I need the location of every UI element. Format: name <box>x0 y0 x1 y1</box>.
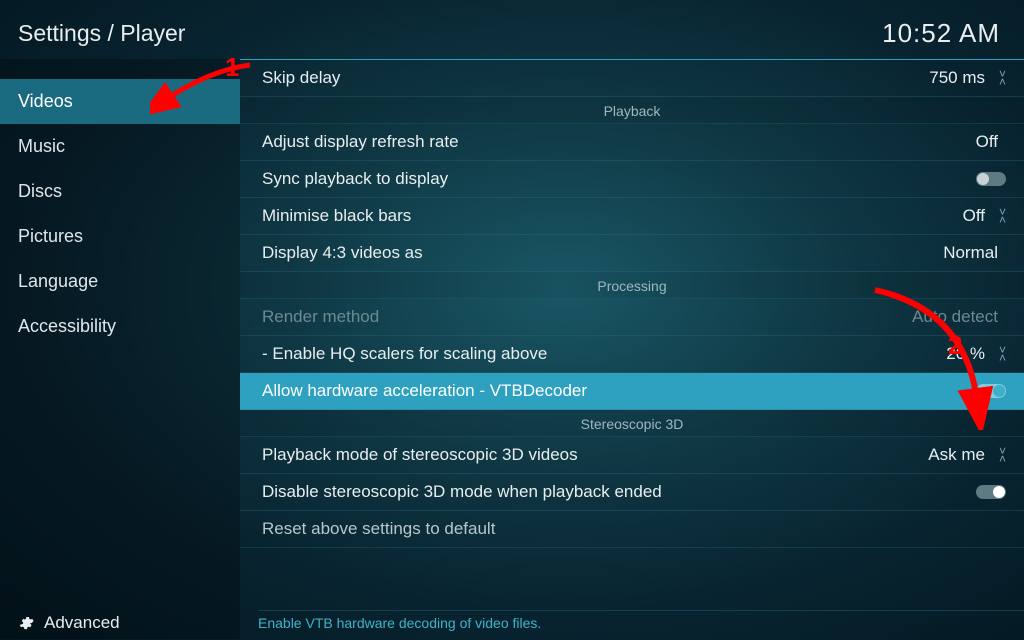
sidebar-item-pictures[interactable]: Pictures <box>0 214 240 259</box>
spinner-icon: ˅˄ <box>993 346 1006 362</box>
row-label: Reset above settings to default <box>262 519 495 538</box>
sidebar-item-accessibility[interactable]: Accessibility <box>0 304 240 349</box>
row-label: - Enable HQ scalers for scaling above <box>262 344 946 364</box>
settings-list: Skip delay 750 ms ˅˄ Playback Adjust dis… <box>240 59 1024 548</box>
toggle-on-icon[interactable] <box>976 384 1006 398</box>
row-display-43[interactable]: Display 4:3 videos as Normal <box>240 235 1024 272</box>
row-value: Ask me <box>928 445 993 465</box>
row-value: 750 ms <box>929 68 993 88</box>
row-value: Auto detect <box>912 307 1006 327</box>
row-skip-delay[interactable]: Skip delay 750 ms ˅˄ <box>240 60 1024 97</box>
breadcrumb: Settings / Player <box>18 20 185 47</box>
sidebar-item-language[interactable]: Language <box>0 259 240 304</box>
header: Settings / Player 10:52 AM <box>0 0 1024 59</box>
sidebar-item-discs[interactable]: Discs <box>0 169 240 214</box>
toggle-on-icon[interactable] <box>976 485 1006 499</box>
row-label: Render method <box>262 307 912 327</box>
row-label: Allow hardware acceleration - VTBDecoder <box>262 381 976 401</box>
row-stereo-mode[interactable]: Playback mode of stereoscopic 3D videos … <box>240 437 1024 474</box>
spinner-icon: ˅˄ <box>993 70 1006 86</box>
clock: 10:52 AM <box>882 18 1000 49</box>
main-panel: Skip delay 750 ms ˅˄ Playback Adjust dis… <box>240 59 1024 639</box>
spinner-icon: ˅˄ <box>993 208 1006 224</box>
row-min-black-bars[interactable]: Minimise black bars Off ˅˄ <box>240 198 1024 235</box>
annotation-label-1: 1 <box>225 52 239 83</box>
row-disable-stereo[interactable]: Disable stereoscopic 3D mode when playba… <box>240 474 1024 511</box>
row-reset[interactable]: Reset above settings to default <box>240 511 1024 548</box>
layout: Videos Music Discs Pictures Language Acc… <box>0 59 1024 639</box>
row-value: Off <box>976 132 1006 152</box>
group-processing: Processing <box>240 272 1024 299</box>
sidebar-item-label: Videos <box>18 91 73 111</box>
group-playback: Playback <box>240 97 1024 124</box>
sidebar-item-label: Pictures <box>18 226 83 246</box>
settings-level-label: Advanced <box>44 613 120 633</box>
sidebar-item-label: Music <box>18 136 65 156</box>
row-label: Display 4:3 videos as <box>262 243 943 263</box>
row-refresh-rate[interactable]: Adjust display refresh rate Off <box>240 124 1024 161</box>
row-hq-scalers[interactable]: - Enable HQ scalers for scaling above 20… <box>240 336 1024 373</box>
row-label: Skip delay <box>262 68 929 88</box>
row-sync-playback[interactable]: Sync playback to display <box>240 161 1024 198</box>
description-hint: Enable VTB hardware decoding of video fi… <box>258 610 1024 631</box>
row-label: Adjust display refresh rate <box>262 132 976 152</box>
row-value: Normal <box>943 243 1006 263</box>
annotation-label-2: 2 <box>948 330 962 361</box>
gear-icon <box>18 615 34 631</box>
settings-level[interactable]: Advanced <box>0 599 240 639</box>
row-label: Disable stereoscopic 3D mode when playba… <box>262 482 976 502</box>
row-value: Off <box>963 206 993 226</box>
sidebar-item-label: Accessibility <box>18 316 116 336</box>
row-label: Sync playback to display <box>262 169 976 189</box>
spinner-icon: ˅˄ <box>993 447 1006 463</box>
toggle-off-icon[interactable] <box>976 172 1006 186</box>
sidebar-item-music[interactable]: Music <box>0 124 240 169</box>
row-render-method: Render method Auto detect <box>240 299 1024 336</box>
group-stereo: Stereoscopic 3D <box>240 410 1024 437</box>
sidebar-item-videos[interactable]: Videos <box>0 79 240 124</box>
sidebar-item-label: Language <box>18 271 98 291</box>
sidebar: Videos Music Discs Pictures Language Acc… <box>0 59 240 639</box>
row-label: Minimise black bars <box>262 206 963 226</box>
sidebar-item-label: Discs <box>18 181 62 201</box>
row-label: Playback mode of stereoscopic 3D videos <box>262 445 928 465</box>
row-hw-accel[interactable]: Allow hardware acceleration - VTBDecoder <box>240 373 1024 410</box>
